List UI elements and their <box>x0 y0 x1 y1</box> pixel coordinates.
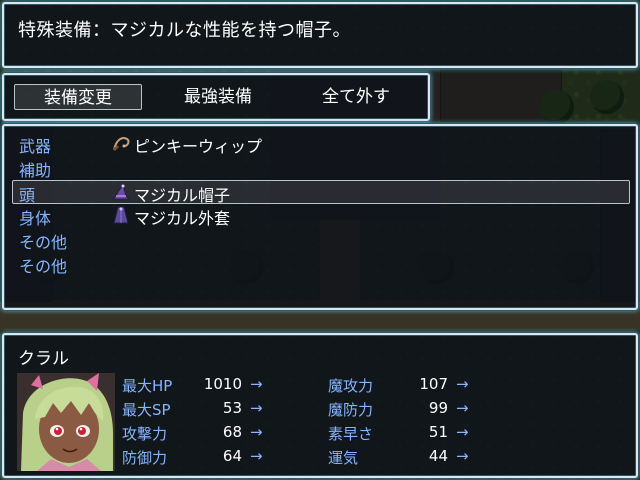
stat-value: 44 <box>428 447 448 465</box>
stat-magic-attack: 魔攻力 107 → <box>328 375 528 397</box>
stat-luck: 運気 44 → <box>328 447 528 469</box>
stat-label: 素早さ <box>328 425 374 443</box>
stat-label: 魔攻力 <box>328 377 374 395</box>
slot-type-label: その他 <box>19 233 68 252</box>
slot-type-label: 武器 <box>19 137 52 156</box>
actor-name: クラル <box>18 349 69 369</box>
whip-icon <box>112 137 130 152</box>
stat-label: 運気 <box>328 449 359 467</box>
stat-defense: 防御力 64 → <box>122 447 322 469</box>
help-text: 特殊装備：マジカルな性能を持つ帽子。 <box>18 20 351 41</box>
stat-value: 1010 <box>203 375 242 393</box>
stat-arrow: → <box>456 423 469 441</box>
equip-slot-window: 武器 ピンキーウィップ 補助 頭 マジカル帽子 身体 マジカル外套 その他 その… <box>2 124 638 310</box>
cloak-icon <box>113 206 129 224</box>
help-window: 特殊装備：マジカルな性能を持つ帽子。 <box>2 2 638 68</box>
stat-label: 最大HP <box>122 377 173 395</box>
stat-arrow: → <box>456 375 469 393</box>
slot-row-accessory[interactable]: 補助 <box>12 156 630 180</box>
stat-value: 99 <box>428 399 448 417</box>
slot-item-name: マジカル帽子 <box>134 186 231 205</box>
stat-value: 53 <box>222 399 242 417</box>
slot-row-other-1[interactable]: その他 <box>12 228 630 252</box>
stat-value: 51 <box>428 423 448 441</box>
stat-value: 107 <box>419 375 448 393</box>
command-window: 装備変更 最強装備 全て外す <box>2 73 430 121</box>
stat-label: 最大SP <box>122 401 171 419</box>
slot-type-label: 補助 <box>19 161 52 180</box>
stat-value: 68 <box>222 423 242 441</box>
slot-row-other-2[interactable]: その他 <box>12 252 630 276</box>
slot-row-body[interactable]: 身体 マジカル外套 <box>12 204 630 228</box>
witch-hat-icon <box>111 183 131 200</box>
stat-arrow: → <box>250 423 263 441</box>
stat-max-sp: 最大SP 53 → <box>122 399 322 421</box>
slot-type-label: その他 <box>19 257 68 276</box>
stat-arrow: → <box>456 447 469 465</box>
stat-arrow: → <box>250 375 263 393</box>
slot-row-head[interactable]: 頭 マジカル帽子 <box>12 180 630 205</box>
actor-portrait <box>17 373 115 471</box>
stat-label: 攻撃力 <box>122 425 168 443</box>
slot-type-label: 頭 <box>19 186 36 205</box>
equip-change-command[interactable]: 装備変更 <box>14 84 142 110</box>
stat-agility: 素早さ 51 → <box>328 423 528 445</box>
stat-attack: 攻撃力 68 → <box>122 423 322 445</box>
stat-arrow: → <box>456 399 469 417</box>
stat-magic-defense: 魔防力 99 → <box>328 399 528 421</box>
slot-item-name: マジカル外套 <box>134 209 231 228</box>
stat-label: 魔防力 <box>328 401 374 419</box>
slot-row-weapon[interactable]: 武器 ピンキーウィップ <box>12 132 630 156</box>
stat-arrow: → <box>250 447 263 465</box>
stat-max-hp: 最大HP 1010 → <box>122 375 322 397</box>
slot-item-name: ピンキーウィップ <box>134 137 263 156</box>
stat-label: 防御力 <box>122 449 168 467</box>
stat-value: 64 <box>222 447 242 465</box>
slot-type-label: 身体 <box>19 209 52 228</box>
optimize-equip-command[interactable]: 最強装備 <box>154 84 282 110</box>
status-window: クラル 最大HP 1010 → 最大SP 53 → 攻撃力 68 → 防御力 6… <box>2 333 638 478</box>
stat-arrow: → <box>250 399 263 417</box>
remove-all-command[interactable]: 全て外す <box>292 84 420 110</box>
